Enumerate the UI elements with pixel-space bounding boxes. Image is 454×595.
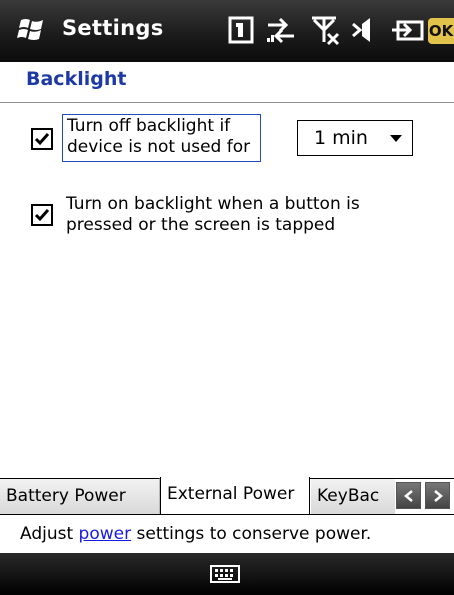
tab-scroll-left-button[interactable] (396, 482, 421, 509)
volume-muted-icon[interactable] (350, 14, 382, 46)
backlight-off-label[interactable]: Turn off backlight if device is not used… (62, 114, 261, 162)
backlight-on-checkbox[interactable] (31, 204, 53, 226)
checkmark-icon (34, 133, 50, 146)
chevron-right-icon (434, 490, 443, 502)
chevron-left-icon (404, 490, 413, 502)
title-bar: Settings OK (0, 0, 454, 62)
backlight-on-label-line2: pressed or the screen is tapped (66, 215, 336, 235)
keyboard-icon[interactable] (210, 565, 240, 583)
tab-battery-power[interactable]: Battery Power (0, 478, 160, 514)
tab-bottom-divider (0, 514, 454, 515)
tab-scroll-right-button[interactable] (425, 482, 450, 509)
backlight-off-label-line1: Turn off backlight if (67, 116, 231, 136)
checkmark-icon (34, 209, 50, 222)
app-title: Settings (62, 16, 164, 40)
power-settings-link[interactable]: power (79, 524, 132, 544)
backlight-on-label-line1: Turn on backlight when a button is (66, 194, 360, 214)
tab-keybacklight[interactable]: KeyBac (311, 478, 395, 514)
no-signal-icon[interactable] (306, 14, 342, 46)
bottom-menu-bar (0, 553, 454, 595)
sync-arrows-icon[interactable] (264, 14, 298, 46)
backlight-on-label[interactable]: Turn on backlight when a button is press… (66, 194, 406, 236)
tab-external-power[interactable]: External Power (160, 477, 310, 514)
dropdown-arrow-icon (390, 135, 402, 142)
page-title: Backlight (26, 68, 127, 90)
external-power-icon[interactable] (390, 14, 426, 46)
backlight-off-label-line2: device is not used for (67, 137, 251, 157)
tab-strip: Battery Power External Power KeyBac (0, 477, 454, 514)
help-text-prefix: Adjust (20, 524, 79, 544)
help-text: Adjust power settings to conserve power. (20, 524, 371, 544)
backlight-off-checkbox[interactable] (31, 128, 53, 150)
dropdown-selected-value: 1 min (314, 127, 368, 149)
sim-card-icon[interactable] (228, 14, 254, 46)
ok-button[interactable]: OK (428, 18, 454, 44)
backlight-timeout-dropdown[interactable]: 1 min (297, 120, 413, 156)
help-text-suffix: settings to conserve power. (131, 524, 372, 544)
title-divider (0, 102, 454, 103)
windows-start-icon[interactable] (17, 17, 47, 43)
